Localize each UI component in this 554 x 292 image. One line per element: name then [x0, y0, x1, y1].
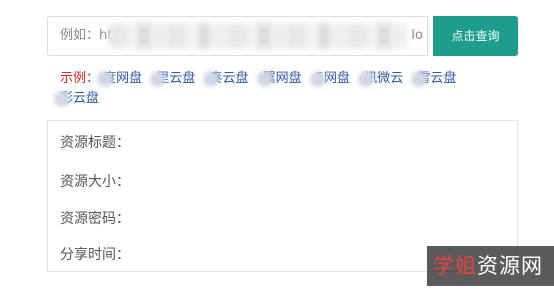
- example-link[interactable]: 翼网盘: [256, 69, 302, 89]
- watermark-part2: 资源网: [477, 254, 543, 278]
- watermark-part1: 学姐: [433, 254, 477, 278]
- example-link[interactable]: 雷云盘: [411, 69, 456, 89]
- example-link[interactable]: 奏云盘: [203, 69, 248, 89]
- url-input-value-suffix: lo: [411, 28, 423, 43]
- resource-title-label: 资源标题：: [60, 135, 130, 151]
- resource-size-label: 资源大小：: [60, 174, 130, 190]
- redacted-blur: [256, 71, 273, 87]
- share-time-label: 分享时间：: [60, 247, 130, 263]
- query-button[interactable]: 点击查询: [433, 16, 518, 56]
- example-link[interactable]: 里云盘: [150, 69, 195, 89]
- examples-list: 示例： 度网盘 里云盘 奏云盘 翼网盘 5网盘 讯微云 雷云盘 彩云盘: [54, 69, 510, 109]
- redacted-blur: [309, 71, 326, 87]
- example-link[interactable]: 彩云盘: [54, 89, 99, 109]
- search-bar: 例如：ht lo 点击查询: [47, 16, 518, 56]
- example-link[interactable]: 讯微云: [358, 69, 403, 89]
- examples-prefix: 示例：: [60, 71, 100, 86]
- redacted-blur: [108, 23, 408, 49]
- url-input-value-prefix: 例如：ht: [60, 28, 113, 43]
- example-link[interactable]: 度网盘: [97, 69, 142, 89]
- example-link[interactable]: 5网盘: [309, 69, 350, 89]
- url-input[interactable]: 例如：ht lo: [47, 16, 428, 56]
- site-watermark: 学姐资源网: [427, 246, 554, 286]
- resource-password-label: 资源密码：: [60, 211, 130, 227]
- redacted-blur: [54, 91, 70, 107]
